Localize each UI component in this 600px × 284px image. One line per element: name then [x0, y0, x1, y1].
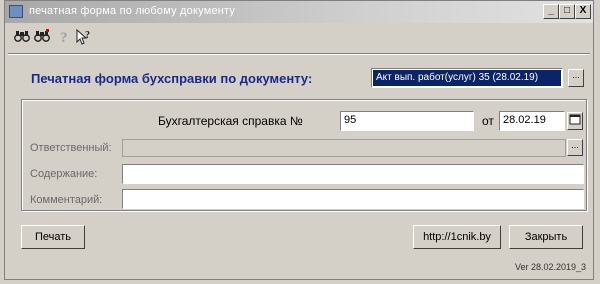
document-select-button[interactable]: ... — [568, 69, 584, 87]
print-button[interactable]: Печать — [21, 225, 85, 249]
responsible-label: Ответственный: — [30, 142, 112, 154]
content-input[interactable] — [122, 164, 584, 184]
svg-text:?: ? — [85, 30, 90, 41]
print-form-label: Печатная форма бухсправки по документу: — [31, 71, 313, 86]
responsible-select-button[interactable]: ... — [567, 139, 583, 156]
close-button[interactable]: X — [575, 4, 591, 19]
binoculars-icon[interactable] — [13, 29, 31, 47]
close-dialog-button[interactable]: Закрыть — [509, 225, 583, 249]
help-icon[interactable]: ? — [55, 29, 73, 47]
website-link-button[interactable]: http://1cnik.by — [413, 225, 501, 249]
accounting-ref-group: Бухгалтерская справка № 95 от 28.02.19 О… — [21, 99, 587, 211]
document-value: Акт вып. работ(услуг) 35 (28.02.19) — [373, 70, 561, 86]
pointer-help-icon[interactable]: ? — [75, 28, 93, 47]
date-label: от — [482, 114, 494, 128]
svg-text:?: ? — [60, 30, 68, 45]
maximize-button[interactable]: □ — [559, 4, 575, 19]
toolbar-separator — [8, 53, 590, 55]
comment-input[interactable] — [122, 189, 584, 209]
binoculars-search-icon[interactable] — [33, 29, 51, 47]
responsible-input — [122, 139, 566, 157]
date-input[interactable]: 28.02.19 — [499, 111, 565, 131]
window-title: печатная форма по любому документу — [29, 5, 236, 17]
ref-number-input[interactable]: 95 — [340, 111, 474, 131]
minimize-button[interactable]: _ — [543, 4, 559, 19]
app-icon — [9, 5, 23, 18]
comment-label: Комментарий: — [30, 194, 103, 206]
dialog-window: печатная форма по любому документу _ □ X… — [4, 0, 594, 280]
calendar-button[interactable] — [567, 112, 583, 130]
document-field[interactable]: Акт вып. работ(услуг) 35 (28.02.19) — [371, 68, 563, 88]
version-label: Ver 28.02.2019_3 — [515, 262, 587, 272]
ref-number-label: Бухгалтерская справка № — [158, 114, 303, 128]
content-label: Содержание: — [30, 168, 98, 180]
title-bar[interactable]: печатная форма по любому документу _ □ X — [5, 1, 593, 23]
